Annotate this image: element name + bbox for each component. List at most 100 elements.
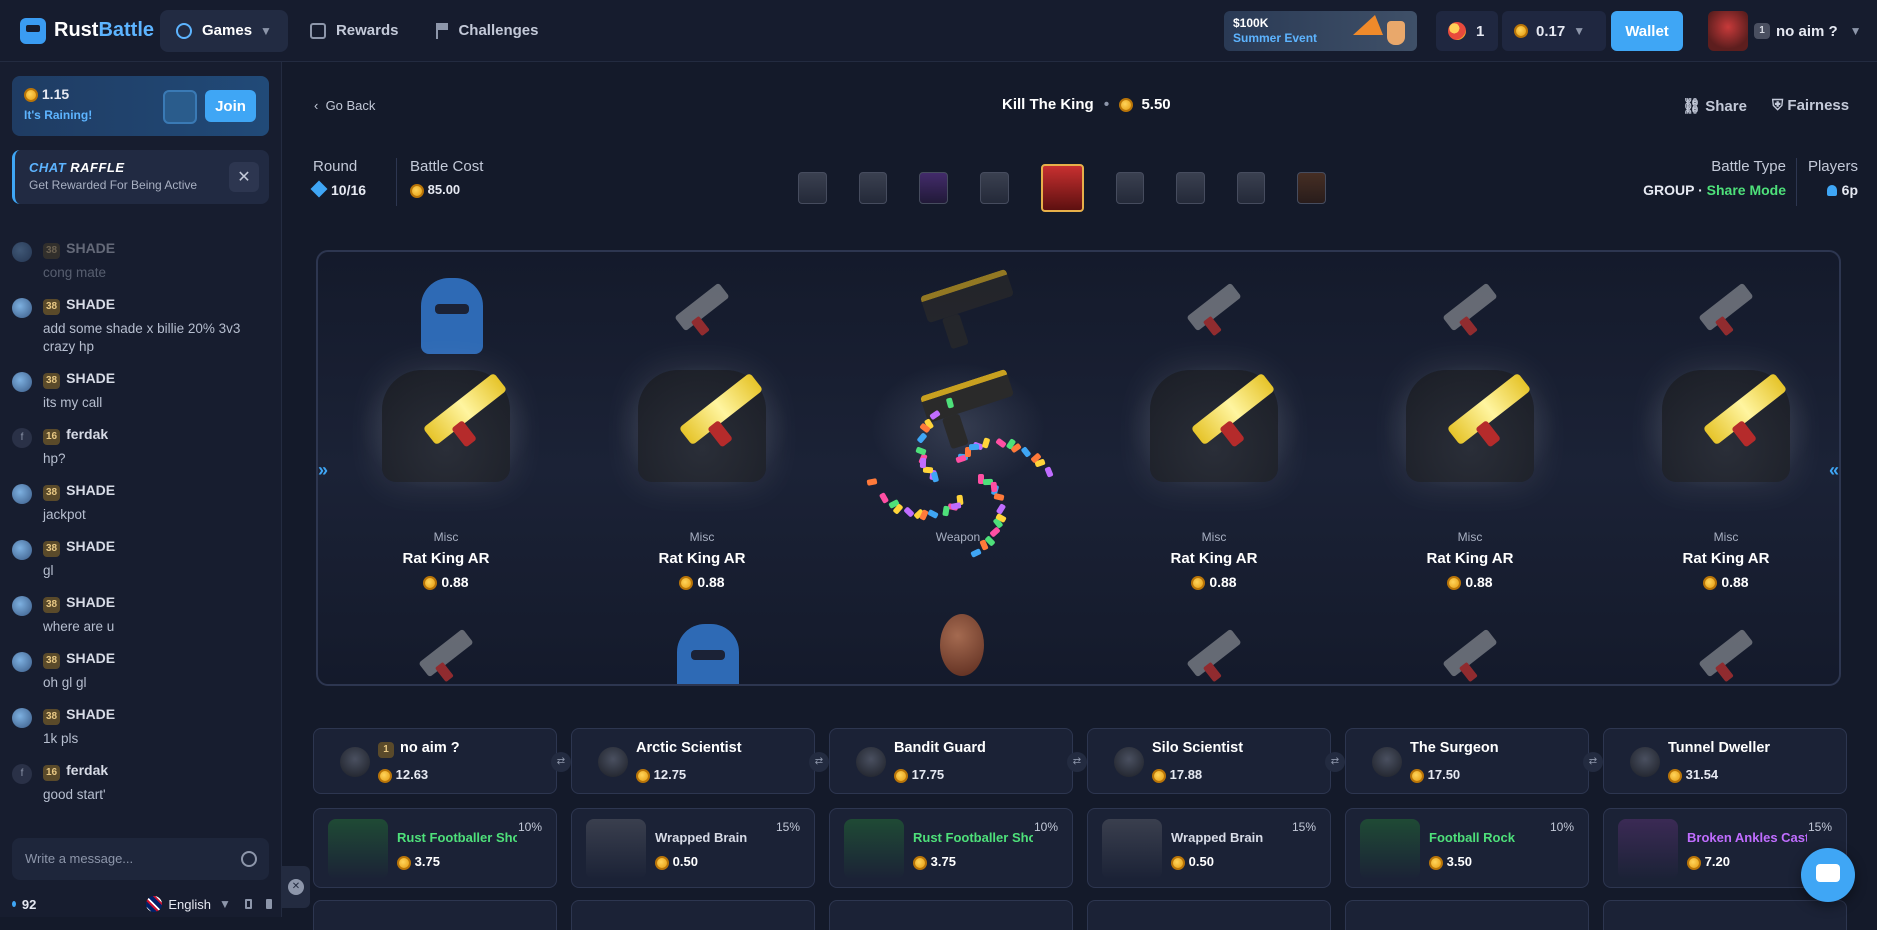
loot-card[interactable]: Rust Footballer Shorts 3.75 10% [829, 808, 1073, 888]
chat-username[interactable]: ferdak [66, 762, 108, 778]
case-icon[interactable] [1297, 172, 1327, 204]
avatar [1114, 747, 1144, 777]
loot-card[interactable]: Football Rock 3.50 10% [1345, 808, 1589, 888]
case-icon[interactable] [919, 172, 948, 204]
player-card[interactable]: Tunnel Dweller 31.54 [1603, 728, 1847, 794]
player-card[interactable]: The Surgeon 17.50 [1345, 728, 1589, 794]
chevron-down-icon: ▼ [1573, 24, 1586, 38]
case-icon[interactable] [858, 172, 888, 204]
rules-icon[interactable] [244, 899, 252, 909]
loot-card[interactable]: Wrapped Brain 0.50 15% [571, 808, 815, 888]
chat-username[interactable]: SHADE [66, 482, 115, 498]
loot-card[interactable]: Rust Footballer Shorts 3.75 10% [313, 808, 557, 888]
avatar[interactable] [12, 540, 32, 560]
rifle-icon [1186, 282, 1242, 332]
case-icon[interactable] [1236, 172, 1266, 204]
player-card[interactable]: Bandit Guard 17.75 [829, 728, 1073, 794]
loot-percent: 15% [775, 820, 800, 834]
chat-username[interactable]: SHADE [66, 594, 115, 610]
chat-username[interactable]: SHADE [66, 370, 115, 386]
avatar[interactable]: f [12, 428, 32, 448]
avatar [340, 747, 370, 777]
loot-percent: 10% [517, 820, 542, 834]
loot-card[interactable] [571, 900, 815, 930]
chat-username[interactable]: SHADE [66, 650, 115, 666]
chat-username[interactable]: SHADE [66, 296, 115, 312]
chat-username[interactable]: ferdak [66, 426, 108, 442]
avatar[interactable] [12, 708, 32, 728]
item-price-value: 0.88 [1465, 574, 1493, 590]
case-icon[interactable] [979, 172, 1009, 204]
avatar[interactable] [12, 372, 32, 392]
chat-username[interactable]: SHADE [66, 706, 115, 722]
support-chat-button[interactable] [1801, 848, 1855, 902]
emoji-icon[interactable] [241, 851, 257, 867]
nav-challenges[interactable]: Challenges [420, 10, 554, 52]
balance-dropdown[interactable]: 0.17 ▼ [1502, 11, 1606, 51]
avatar[interactable] [12, 596, 32, 616]
online-dot-icon [12, 901, 16, 907]
trash-icon[interactable] [265, 899, 272, 909]
player-card[interactable]: Silo Scientist 17.88 [1087, 728, 1331, 794]
loot-card[interactable] [829, 900, 1073, 930]
loot-item-icon [328, 819, 388, 879]
reel-column: Misc Rat King AR 0.88 [1342, 252, 1598, 684]
nav-rewards[interactable]: Rewards [294, 10, 415, 52]
player-card[interactable]: 1 no aim ? 12.63 [313, 728, 557, 794]
chat-username[interactable]: SHADE [66, 240, 115, 256]
battle-title-value: 5.50 [1141, 96, 1171, 113]
chat-raffle-banner: CHAT RAFFLE Get Rewarded For Being Activ… [12, 150, 269, 204]
coin-icon [913, 855, 927, 870]
chat-input[interactable]: Write a message... [12, 838, 269, 880]
go-back-link[interactable]: ‹ Go Back [314, 98, 375, 113]
loot-card[interactable] [1603, 900, 1847, 930]
avatar [598, 747, 628, 777]
balls-counter[interactable]: 1 [1436, 11, 1498, 51]
player-value: 12.63 [378, 767, 428, 783]
player-card[interactable]: Arctic Scientist 12.75 [571, 728, 815, 794]
nav-games[interactable]: Games ▼ [160, 9, 288, 52]
item-name: Rat King AR [1426, 550, 1514, 567]
avatar[interactable] [12, 298, 32, 318]
case-icon[interactable] [1115, 172, 1145, 204]
chat-message: f 16 ferdak hp? [12, 426, 274, 468]
chat-username[interactable]: SHADE [66, 538, 115, 554]
case-icon[interactable] [1176, 172, 1205, 204]
avatar[interactable]: f [12, 764, 32, 784]
join-rain-button[interactable]: Join [205, 90, 256, 122]
loot-card[interactable] [313, 900, 557, 930]
avatar[interactable] [12, 652, 32, 672]
player-value-text: 17.88 [1169, 767, 1203, 782]
reel-column: Misc Rat King AR 0.88 [1598, 252, 1839, 684]
rifle-icon [1698, 282, 1754, 332]
logo[interactable]: RustBattle [20, 17, 160, 44]
confetti-piece [902, 506, 915, 518]
share-button[interactable]: ⛓ Share [1682, 97, 1747, 115]
player-value-text: 12.63 [395, 767, 429, 782]
rain-icon [163, 90, 197, 124]
coin-icon [24, 88, 38, 103]
swap-icon: ⇄ [551, 752, 571, 772]
chat-text: hp? [43, 451, 66, 466]
coin-icon [378, 768, 392, 783]
language-selector[interactable]: English ▼ [146, 896, 231, 912]
loot-card[interactable]: Wrapped Brain 0.50 15% [1087, 808, 1331, 888]
balaclava-icon [421, 278, 483, 354]
user-menu[interactable]: 1 no aim ? ▼ [1708, 11, 1862, 51]
loot-card[interactable] [1345, 900, 1589, 930]
case-icon[interactable] [798, 172, 827, 204]
case-icon-current[interactable] [1040, 164, 1084, 212]
close-icon[interactable]: ✕ [229, 162, 259, 192]
chat-message: 38 SHADE add some shade x billie 20% 3v3 … [12, 296, 274, 356]
summer-event-banner[interactable]: $100K Summer Event [1224, 11, 1417, 51]
chevron-down-icon: ▼ [260, 23, 272, 38]
logo-text-a: Rust [54, 19, 99, 41]
battle-reel: » « Misc Rat King AR 0.88 Misc Rat King AR … [316, 250, 1841, 686]
wallet-button[interactable]: Wallet [1611, 11, 1683, 51]
fairness-button[interactable]: ⛨ Fairness [1772, 97, 1849, 114]
battle-type-group: GROUP [1643, 182, 1695, 198]
avatar[interactable] [12, 484, 32, 504]
loot-card[interactable] [1087, 900, 1331, 930]
confetti-piece [942, 506, 950, 517]
avatar[interactable] [12, 242, 32, 262]
